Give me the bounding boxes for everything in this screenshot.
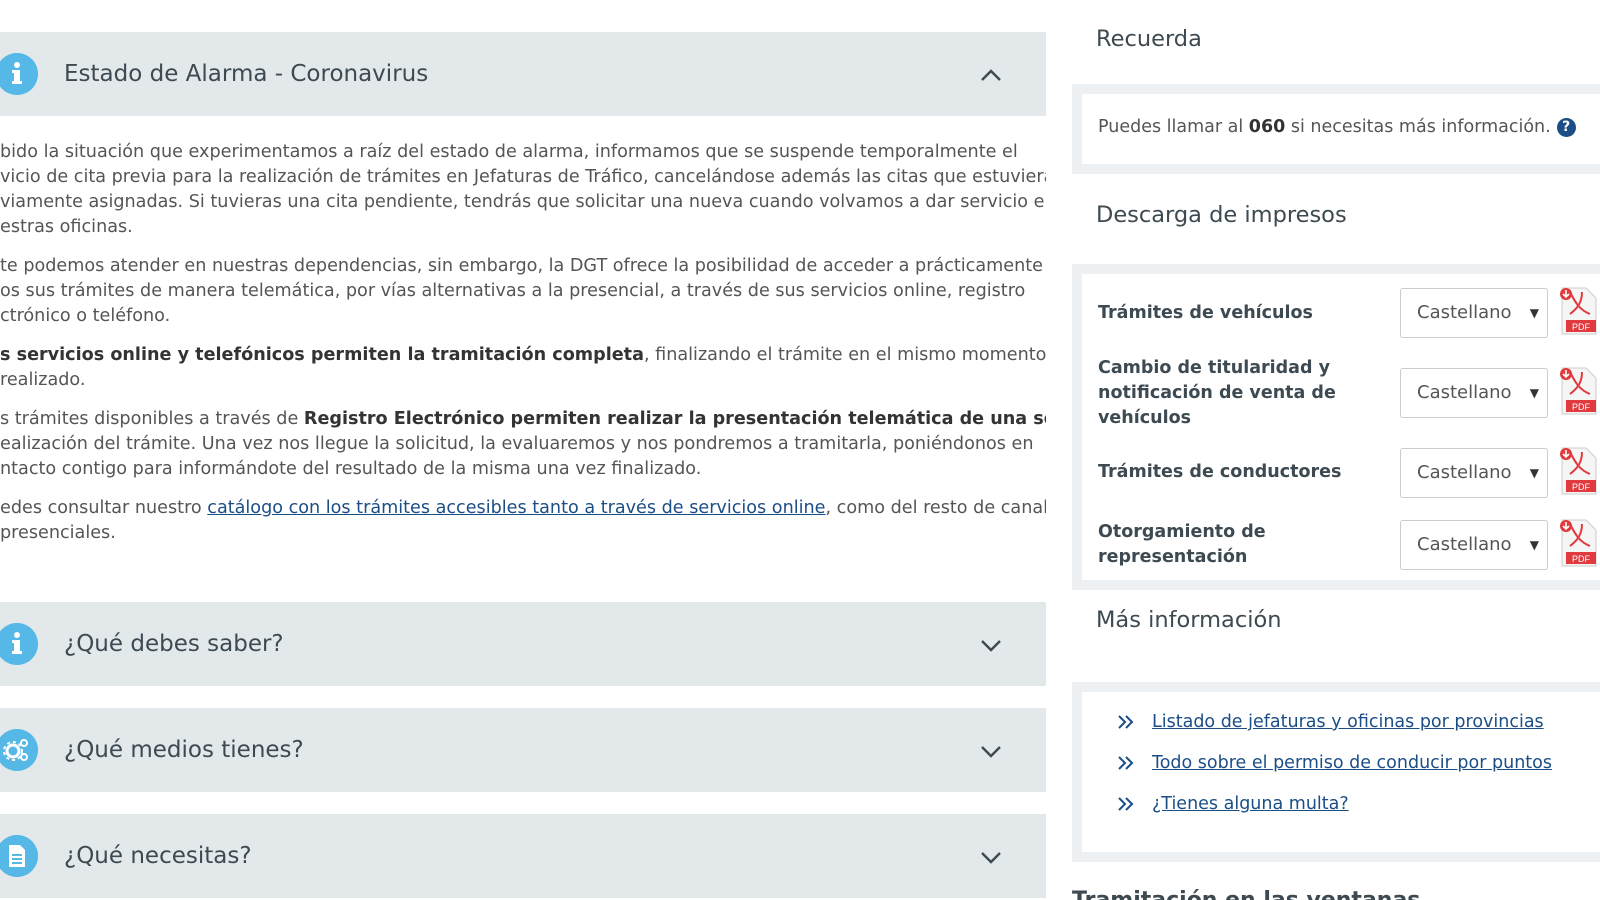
- chevron-down-icon[interactable]: [978, 738, 1004, 764]
- pdf-label: PDF: [1572, 322, 1591, 332]
- language-select[interactable]: Castellano ▼: [1400, 368, 1548, 418]
- document-icon: [0, 835, 38, 877]
- text-line: vicio de cita previa para la realización…: [0, 167, 1046, 187]
- select-value: Castellano: [1417, 302, 1512, 323]
- text: , como del resto de canales: [825, 498, 1046, 518]
- text-line: edes consultar nuestro catálogo con los …: [0, 496, 1046, 521]
- accordion-header-estado-alarma[interactable]: Estado de Alarma - Coronavirus: [0, 32, 1046, 116]
- dropdown-arrow-icon: ▼: [1529, 306, 1539, 320]
- mas-informacion-title: Más información: [1096, 607, 1282, 633]
- pdf-icon[interactable]: PDF: [1556, 284, 1600, 338]
- accordion-title: ¿Qué debes saber?: [64, 631, 284, 657]
- text: , finalizando el trámite en el mismo mom…: [643, 345, 1046, 365]
- paragraph-3: s servicios online y telefónicos permite…: [0, 343, 1046, 393]
- text-line: te podemos atender en nuestras dependenc…: [0, 256, 1043, 276]
- impreso-label: Otorgamiento de representación: [1098, 522, 1266, 567]
- accordion-title: ¿Qué necesitas?: [64, 843, 252, 869]
- text-line: presenciales.: [0, 523, 116, 543]
- accordion-header-que-necesitas[interactable]: ¿Qué necesitas?: [0, 814, 1046, 898]
- descarga-impresos-title: Descarga de impresos: [1096, 202, 1347, 228]
- select-value: Castellano: [1417, 534, 1512, 555]
- text-line: viamente asignadas. Si tuvieras una cita…: [0, 192, 1046, 212]
- gears-icon: [0, 729, 38, 771]
- catalog-link[interactable]: catálogo con los trámites accesibles tan…: [207, 498, 825, 518]
- text-line: s servicios online y telefónicos permite…: [0, 343, 1046, 368]
- text-line: ntacto contigo para informándote del res…: [0, 459, 702, 479]
- impresos-box: Trámites de vehículos Castellano ▼ PDF C…: [1072, 264, 1600, 590]
- info-link-multa[interactable]: ¿Tienes alguna multa?: [1116, 794, 1349, 814]
- paragraph-2: te podemos atender en nuestras dependenc…: [0, 254, 1046, 329]
- impreso-label: Trámites de vehículos: [1098, 303, 1313, 323]
- link-text: Listado de jefaturas y oficinas por prov…: [1152, 712, 1544, 732]
- pdf-icon[interactable]: PDF: [1556, 364, 1600, 418]
- sidebar: Recuerda Puedes llamar al 060 si necesit…: [1072, 0, 1600, 900]
- text-line: realizado.: [0, 370, 86, 390]
- text: s trámites disponibles a través de: [0, 409, 304, 429]
- language-select[interactable]: Castellano ▼: [1400, 288, 1548, 338]
- text: si necesitas más información.: [1285, 117, 1551, 137]
- main-content: Estado de Alarma - Coronavirus bido la s…: [0, 0, 1046, 900]
- pdf-icon[interactable]: PDF: [1556, 444, 1600, 498]
- text: edes consultar nuestro: [0, 498, 208, 518]
- info-icon: [0, 53, 38, 95]
- chevron-up-icon[interactable]: [978, 62, 1004, 88]
- dropdown-arrow-icon: ▼: [1529, 538, 1539, 552]
- double-chevron-right-icon: [1118, 715, 1134, 729]
- mas-informacion-box: Listado de jefaturas y oficinas por prov…: [1072, 682, 1600, 862]
- text-line: s trámites disponibles a través de Regis…: [0, 407, 1046, 432]
- double-chevron-right-icon: [1118, 756, 1134, 770]
- next-section-title-cut: Tramitación en las ventanas: [1072, 888, 1420, 900]
- impreso-label: Trámites de conductores: [1098, 462, 1342, 482]
- text-line: ealización del trámite. Una vez nos lleg…: [0, 434, 1034, 454]
- dropdown-arrow-icon: ▼: [1529, 466, 1539, 480]
- select-value: Castellano: [1417, 462, 1512, 483]
- accordion-title: Estado de Alarma - Coronavirus: [64, 61, 429, 87]
- recuerda-box: Puedes llamar al 060 si necesitas más in…: [1072, 84, 1600, 174]
- text-line: estras oficinas.: [0, 217, 133, 237]
- info-link-jefaturas[interactable]: Listado de jefaturas y oficinas por prov…: [1116, 712, 1544, 732]
- link-text: Todo sobre el permiso de conducir por pu…: [1152, 753, 1552, 773]
- recuerda-title: Recuerda: [1096, 26, 1202, 52]
- bold-text: Registro Electrónico permiten realizar l…: [303, 409, 1046, 429]
- language-select[interactable]: Castellano ▼: [1400, 448, 1548, 498]
- text-line: ctrónico o teléfono.: [0, 306, 171, 326]
- impreso-label: Cambio de titularidad y notificación de …: [1098, 358, 1336, 428]
- language-select[interactable]: Castellano ▼: [1400, 520, 1548, 570]
- paragraph-1: bido la situación que experimentamos a r…: [0, 140, 1046, 240]
- paragraph-4: s trámites disponibles a través de Regis…: [0, 407, 1046, 482]
- pdf-label: PDF: [1572, 482, 1591, 492]
- paragraph-5: edes consultar nuestro catálogo con los …: [0, 496, 1046, 546]
- accordion-title: ¿Qué medios tienes?: [64, 737, 304, 763]
- dropdown-arrow-icon: ▼: [1529, 386, 1539, 400]
- text: Puedes llamar al: [1098, 117, 1249, 137]
- accordion-header-que-medios-tienes[interactable]: ¿Qué medios tienes?: [0, 708, 1046, 792]
- pdf-icon[interactable]: PDF: [1556, 516, 1600, 570]
- info-link-permiso-puntos[interactable]: Todo sobre el permiso de conducir por pu…: [1116, 753, 1552, 773]
- accordion-header-que-debes-saber[interactable]: ¿Qué debes saber?: [0, 602, 1046, 686]
- chevron-down-icon[interactable]: [978, 844, 1004, 870]
- accordion-body: bido la situación que experimentamos a r…: [0, 140, 1046, 560]
- recuerda-text: Puedes llamar al 060 si necesitas más in…: [1098, 117, 1576, 137]
- help-icon[interactable]: ?: [1556, 118, 1576, 137]
- phone-number: 060: [1248, 117, 1286, 137]
- link-text: ¿Tienes alguna multa?: [1152, 794, 1349, 814]
- text-line: os sus trámites de manera telemática, po…: [0, 281, 1026, 301]
- text-line: bido la situación que experimentamos a r…: [0, 142, 1018, 162]
- chevron-down-icon[interactable]: [978, 632, 1004, 658]
- pdf-label: PDF: [1572, 554, 1591, 564]
- info-icon: [0, 623, 38, 665]
- bold-text: s servicios online y telefónicos permite…: [0, 345, 644, 365]
- select-value: Castellano: [1417, 382, 1512, 403]
- pdf-label: PDF: [1572, 402, 1591, 412]
- double-chevron-right-icon: [1118, 797, 1134, 811]
